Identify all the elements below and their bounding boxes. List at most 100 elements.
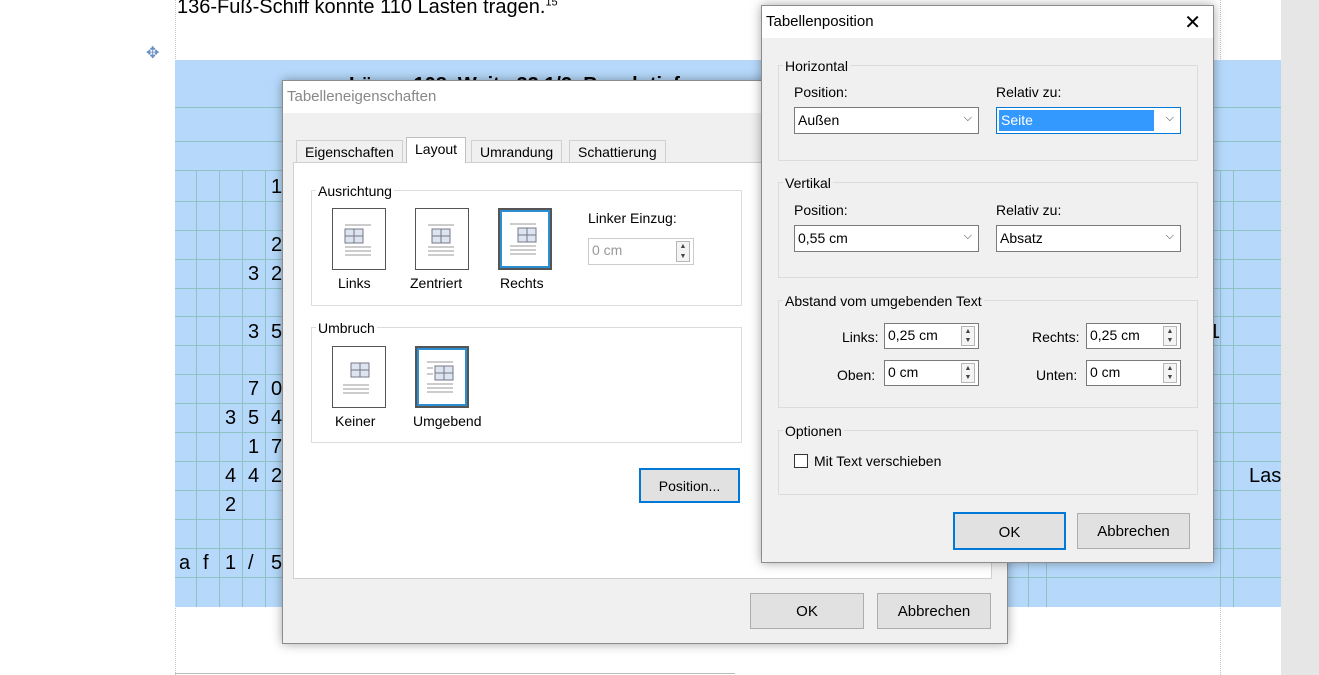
distance-bottom-field[interactable]: 0 cm ▲ ▼ xyxy=(1086,360,1181,386)
vertical-position-label: Position: xyxy=(794,202,848,218)
distance-top-field[interactable]: 0 cm ▲ ▼ xyxy=(884,360,979,386)
table-cell: 5 xyxy=(271,321,283,343)
chevron-down-icon: ⌵ xyxy=(1165,230,1174,242)
align-center-icon[interactable] xyxy=(415,208,469,270)
ok-button-label: OK xyxy=(796,603,818,620)
distance-right-stepper[interactable]: ▲ ▼ xyxy=(1163,326,1177,346)
left-indent-label: Linker Einzug: xyxy=(588,210,677,226)
table-cell: 7 xyxy=(271,436,283,458)
options-group-label: Optionen xyxy=(783,423,844,439)
table-cell: / xyxy=(248,552,254,574)
vertical-relative-label: Relativ zu: xyxy=(996,202,1062,218)
ok-button[interactable]: OK xyxy=(750,593,864,629)
table-cell: f xyxy=(203,552,209,574)
wrap-none-icon[interactable] xyxy=(332,346,386,408)
distance-right-value: 0,25 cm xyxy=(1090,327,1140,343)
distance-left-value: 0,25 cm xyxy=(888,327,938,343)
dialog-title: Tabelleneigenschaften xyxy=(287,88,437,105)
table-cell: 1 xyxy=(248,436,260,458)
dialog-title: Tabellenposition xyxy=(766,13,874,30)
table-cell: 1 xyxy=(225,552,237,574)
vertical-position-value: 0,55 cm xyxy=(798,230,848,246)
tab-label: Umrandung xyxy=(480,144,554,160)
chevron-down-icon: ⌵ xyxy=(963,112,972,124)
tab-label: Schattierung xyxy=(578,144,657,160)
distance-group xyxy=(778,300,1198,408)
distance-top-value: 0 cm xyxy=(888,364,919,380)
distance-group-label: Abstand vom umgebenden Text xyxy=(783,293,984,309)
tab-eigenschaften[interactable]: Eigenschaften xyxy=(296,140,403,162)
chevron-down-icon: ⌵ xyxy=(1165,112,1174,124)
table-cell: a xyxy=(179,552,191,574)
document-text-line: 136-Fuß-Schiff konnte 110 Lasten tragen.… xyxy=(177,0,558,19)
horizontal-group-label: Horizontal xyxy=(783,58,851,74)
vertical-relative-select[interactable]: Absatz ⌵ xyxy=(996,225,1181,252)
side-panel xyxy=(1281,0,1319,675)
distance-right-label: Rechts: xyxy=(1032,329,1080,345)
tab-label: Layout xyxy=(415,141,458,157)
position-button-label: Position... xyxy=(658,478,721,494)
align-right-label: Rechts xyxy=(500,275,544,291)
cancel-button[interactable]: Abbrechen xyxy=(877,593,991,629)
distance-right-field[interactable]: 0,25 cm ▲ ▼ xyxy=(1086,323,1181,349)
wrap-group-label: Umbruch xyxy=(316,320,377,336)
position-cancel-button[interactable]: Abbrechen xyxy=(1077,513,1190,549)
move-with-text-checkbox[interactable] xyxy=(794,454,808,468)
alignment-group-label: Ausrichtung xyxy=(316,183,394,199)
distance-left-field[interactable]: 0,25 cm ▲ ▼ xyxy=(884,323,979,349)
table-cell: 4 xyxy=(271,407,283,429)
horizontal-position-select[interactable]: Außen ⌵ xyxy=(794,107,979,134)
vertical-position-select[interactable]: 0,55 cm ⌵ xyxy=(794,225,979,252)
wrap-around-icon[interactable] xyxy=(415,346,469,408)
chevron-down-icon: ⌵ xyxy=(963,230,972,242)
distance-left-stepper[interactable]: ▲ ▼ xyxy=(961,326,975,346)
footnote-mark: 15 xyxy=(545,0,558,9)
tab-umrandung[interactable]: Umrandung xyxy=(471,140,563,162)
table-cell: 2 xyxy=(271,465,283,487)
table-cell: 4 xyxy=(248,465,260,487)
table-cell: 2 xyxy=(271,263,283,285)
tab-schattierung[interactable]: Schattierung xyxy=(569,140,666,162)
align-left-icon[interactable] xyxy=(332,208,386,270)
left-indent-field[interactable]: 0 cm ▲ ▼ xyxy=(588,238,694,265)
horizontal-position-label: Position: xyxy=(794,84,848,100)
distance-top-label: Oben: xyxy=(837,367,876,383)
position-ok-button[interactable]: OK xyxy=(953,512,1066,550)
table-cell: 2 xyxy=(225,494,237,516)
table-cell: 4 xyxy=(225,465,237,487)
table-cell: 7 xyxy=(248,378,260,400)
distance-left-label: Links: xyxy=(842,329,879,345)
close-icon[interactable]: ✕ xyxy=(1184,10,1201,35)
align-right-icon[interactable] xyxy=(498,208,552,270)
table-cell: 3 xyxy=(248,263,260,285)
align-center-label: Zentriert xyxy=(410,275,463,291)
page-bottom-border xyxy=(175,673,735,674)
horizontal-relative-select[interactable]: Seite ⌵ xyxy=(996,107,1181,134)
table-cell: 1 xyxy=(271,176,283,198)
left-indent-stepper[interactable]: ▲ ▼ xyxy=(676,241,690,262)
body-text: 136-Fuß-Schiff konnte 110 Lasten tragen. xyxy=(177,0,546,18)
vertical-relative-value: Absatz xyxy=(1000,230,1043,246)
left-indent-value: 0 cm xyxy=(592,242,623,258)
dialog-titlebar[interactable]: Tabellenposition ✕ xyxy=(762,6,1213,38)
horizontal-position-value: Außen xyxy=(798,112,840,128)
table-cell: 3 xyxy=(225,407,237,429)
ok-button-label: OK xyxy=(998,524,1021,541)
align-left-label: Links xyxy=(338,275,371,291)
vertical-group-label: Vertikal xyxy=(783,175,833,191)
tab-label: Eigenschaften xyxy=(305,144,394,160)
wrap-around-label: Umgebend xyxy=(413,413,482,429)
distance-bottom-label: Unten: xyxy=(1036,367,1078,383)
table-cell: 2 xyxy=(271,234,283,256)
position-button[interactable]: Position... xyxy=(639,468,740,503)
cancel-button-label: Abbrechen xyxy=(1097,523,1170,540)
table-cell: 5 xyxy=(248,407,260,429)
distance-top-stepper[interactable]: ▲ ▼ xyxy=(961,363,975,383)
tab-layout[interactable]: Layout xyxy=(406,137,467,163)
table-move-handle-icon[interactable]: ✥ xyxy=(146,43,159,63)
distance-bottom-stepper[interactable]: ▲ ▼ xyxy=(1163,363,1177,383)
table-cell: 3 xyxy=(248,321,260,343)
cancel-button-label: Abbrechen xyxy=(897,603,971,620)
table-cell: 5 xyxy=(271,552,283,574)
move-with-text-label[interactable]: Mit Text verschieben xyxy=(814,453,941,469)
